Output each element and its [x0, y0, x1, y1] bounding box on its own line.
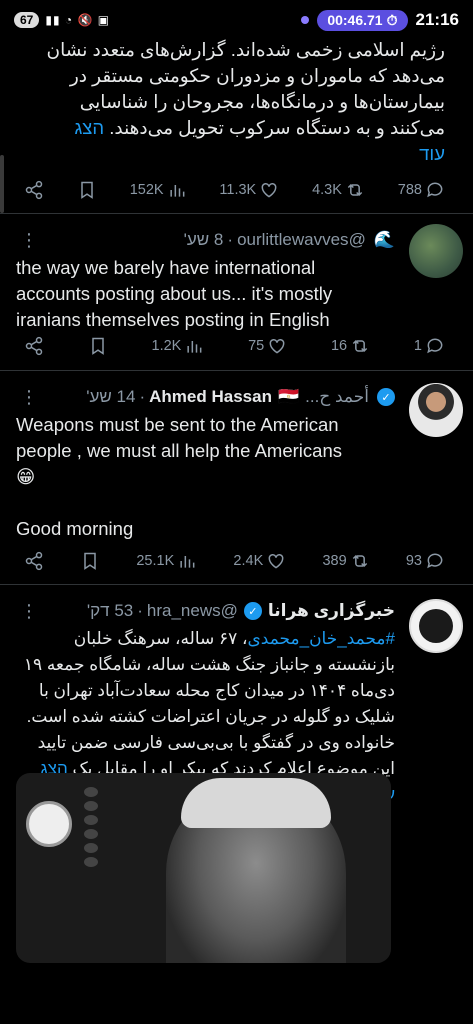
reply-icon	[427, 182, 443, 198]
heart-icon	[261, 182, 277, 198]
notification-dot-icon	[301, 16, 310, 24]
author-name[interactable]: Ahmed Hassan	[149, 387, 272, 407]
signal-icon: ▮▮ ◔ 🔇 ▣	[45, 13, 111, 27]
hra-watermark-logo-icon	[26, 801, 72, 847]
share-button[interactable]	[24, 551, 44, 571]
show-more-link-2[interactable]: עוד	[419, 143, 445, 164]
more-options-icon[interactable]: ⋮	[20, 387, 38, 408]
tweet-actions: 1.2K 75 16 1	[24, 322, 445, 370]
battery-indicator: 67	[14, 12, 40, 28]
tweet-actions: 152K 11.3K 4.3K 788	[24, 166, 445, 214]
bookmark-icon	[84, 552, 96, 570]
tweet-media-image[interactable]	[16, 773, 391, 963]
tweet-actions: 25.1K 2.4K 389 93	[24, 537, 445, 585]
tweet-text: Weapons must be sent to the American peo…	[16, 412, 395, 542]
reply-icon	[427, 338, 443, 354]
reply-button[interactable]: 93	[406, 551, 445, 571]
show-more-link[interactable]: הצג	[74, 117, 104, 138]
heart-icon	[268, 553, 284, 569]
timer-chip[interactable]: 00:46.71 ⏱	[317, 9, 408, 31]
verified-badge-icon: ✓	[243, 602, 262, 620]
portrait-hair	[181, 778, 331, 828]
author-handle[interactable]: @hra_news	[147, 601, 238, 621]
retweet-icon	[347, 183, 363, 197]
author-name[interactable]: خبرگزاری هرانا	[268, 601, 395, 621]
author-emoji: 🌊	[373, 230, 395, 249]
status-bar: 67 ▮▮ ◔ 🔇 ▣ 00:46.71 ⏱ 21:16	[0, 0, 473, 40]
retweet-icon	[352, 554, 367, 568]
bookmark-button[interactable]	[77, 180, 97, 200]
retweet-button[interactable]: 4.3K	[312, 180, 365, 200]
author-name-ar[interactable]: أحمد ح...	[305, 387, 369, 407]
tweet-header: ✓ أحمد ح... 🇪🇬 Ahmed Hassan · 14 שע' ⋮	[20, 385, 395, 409]
tweet-header: خبرگزاری هرانا ✓ @hra_news · 53 דק' ⋮	[20, 600, 395, 622]
tweet[interactable]: ✓ أحمد ح... 🇪🇬 Ahmed Hassan · 14 שע' ⋮ W…	[0, 371, 473, 585]
reply-button[interactable]: 1	[414, 336, 445, 356]
author-flag: 🇪🇬	[277, 387, 300, 406]
share-icon	[25, 551, 43, 571]
views-count[interactable]: 25.1K	[136, 551, 197, 571]
avatar[interactable]	[409, 599, 463, 653]
avatar[interactable]	[409, 224, 463, 278]
views-icon	[180, 556, 195, 568]
share-button[interactable]	[24, 180, 44, 200]
grin-emoji: 😁	[16, 466, 36, 487]
tweet[interactable]: 🌊 @ourlittlewavves · 8 שע' ⋮ the way we …	[0, 214, 473, 371]
like-button[interactable]: 2.4K	[233, 551, 286, 571]
tweet-header: 🌊 @ourlittlewavves · 8 שע' ⋮	[20, 229, 395, 251]
tweet-time: 14 שע'	[86, 387, 136, 406]
share-icon	[25, 180, 43, 200]
like-button[interactable]: 11.3K	[219, 180, 279, 200]
views-count[interactable]: 1.2K	[152, 336, 205, 356]
tweet[interactable]: رژیم اسلامی زخمی شده‌اند. گزارش‌های متعد…	[0, 39, 473, 214]
tweet-text: رژیم اسلامی زخمی شده‌اند. گزارش‌های متعد…	[46, 39, 446, 164]
bookmark-button[interactable]	[88, 336, 108, 356]
retweet-button[interactable]: 16	[331, 336, 370, 356]
bookmark-button[interactable]	[80, 551, 100, 571]
share-icon	[25, 336, 43, 356]
social-icons-column	[84, 787, 98, 867]
bookmark-icon	[92, 337, 104, 355]
views-icon	[169, 185, 184, 197]
clock: 21:16	[415, 10, 459, 29]
heart-icon	[269, 338, 285, 354]
hra-logo-icon	[419, 609, 453, 643]
reply-icon	[427, 553, 443, 569]
share-button[interactable]	[24, 336, 44, 356]
views-icon	[187, 341, 202, 353]
bookmark-icon	[81, 181, 93, 199]
tweet-time: 53 דק'	[86, 601, 134, 620]
avatar[interactable]	[409, 383, 463, 437]
tweet-time: 8 שע'	[183, 230, 224, 249]
more-options-icon[interactable]: ⋮	[20, 601, 38, 622]
more-options-icon[interactable]: ⋮	[20, 230, 38, 251]
author-handle[interactable]: @ourlittlewavves	[237, 230, 366, 250]
views-count[interactable]: 152K	[130, 180, 187, 200]
reply-button[interactable]: 788	[398, 180, 445, 200]
retweet-icon	[352, 339, 368, 353]
hashtag-link[interactable]: #محمد_خان_محمدی	[247, 629, 395, 648]
stopwatch-icon: ⏱	[386, 11, 398, 28]
retweet-button[interactable]: 389	[322, 551, 369, 571]
like-button[interactable]: 75	[248, 336, 287, 356]
verified-badge-icon: ✓	[377, 388, 395, 406]
